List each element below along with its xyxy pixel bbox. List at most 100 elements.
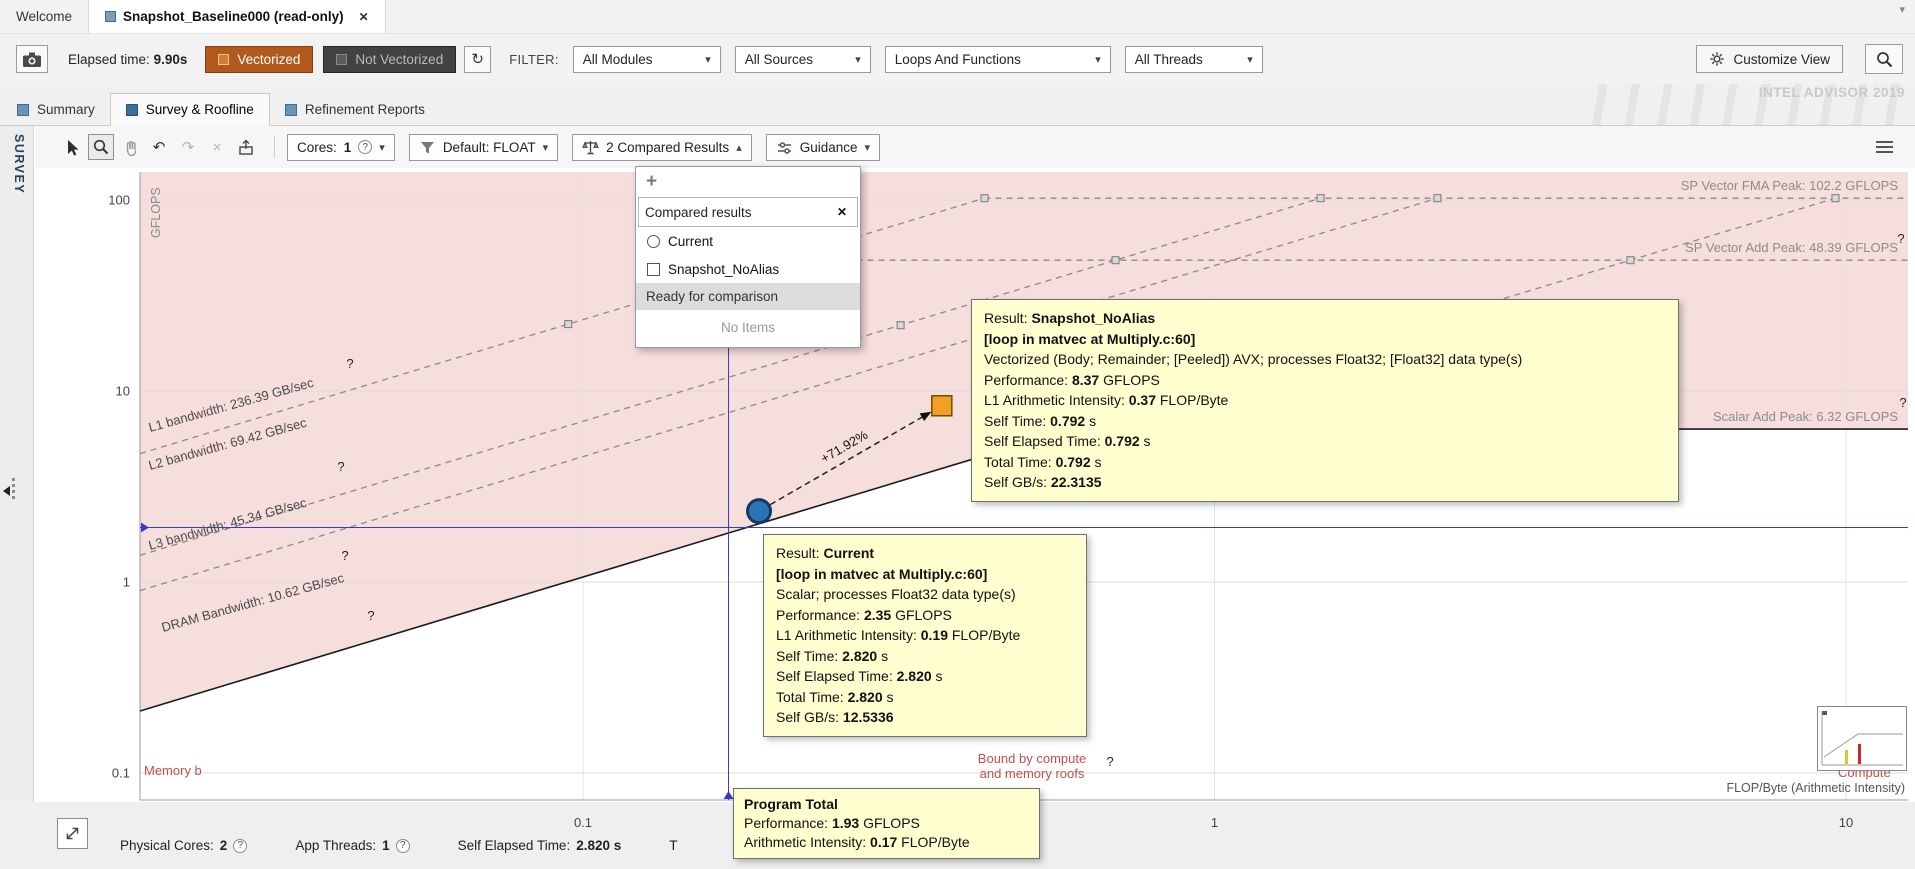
compare-scales-icon — [582, 138, 599, 156]
view-tab-row: INTEL ADVISOR 2019 Summary Survey & Roof… — [0, 84, 1915, 126]
roofs-settings-dropdown[interactable]: Default: FLOAT ▾ — [409, 134, 558, 161]
compared-results-header[interactable]: Compared results ✕ — [638, 197, 858, 227]
snapshot-camera-button[interactable] — [16, 45, 48, 73]
compare-item-current[interactable]: Current — [636, 227, 860, 255]
tab-welcome-label: Welcome — [16, 9, 72, 24]
select-tool-button[interactable] — [59, 134, 85, 160]
chevron-down-icon: ▾ — [379, 141, 385, 154]
search-button[interactable] — [1865, 44, 1903, 74]
collapse-arrow-icon[interactable] — [3, 486, 10, 496]
cores-dropdown[interactable]: Cores: 1 ? ▾ — [287, 134, 395, 161]
checkbox-snapshot-noalias[interactable] — [647, 263, 660, 276]
truncated-status-label: T — [669, 838, 677, 853]
roof-handle[interactable] — [565, 321, 572, 328]
tooltip-row: Arithmetic Intensity: 0.17 FLOP/Byte — [744, 833, 1029, 852]
roof-handle[interactable] — [1112, 257, 1119, 264]
tab-snapshot-label: Snapshot_Baseline000 (read-only) — [123, 9, 344, 24]
filter-threads-value: All Threads — [1135, 52, 1203, 67]
tab-survey-roofline[interactable]: Survey & Roofline — [110, 93, 270, 126]
reload-filters-button[interactable]: ↻ — [464, 46, 491, 73]
tab-snapshot-baseline[interactable]: Snapshot_Baseline000 (read-only) ✕ — [88, 0, 386, 33]
undo-button[interactable]: ↶ — [146, 134, 172, 160]
roof-help-question-mark[interactable]: ? — [337, 459, 344, 474]
sliders-icon — [776, 139, 793, 156]
filter-sources-dropdown[interactable]: All Sources ▾ — [735, 46, 871, 73]
vectorized-label: Vectorized — [237, 52, 300, 67]
radio-current[interactable] — [647, 235, 660, 248]
tab-welcome[interactable]: Welcome — [0, 0, 88, 33]
redo-button[interactable]: ↷ — [175, 134, 201, 160]
roof-handle[interactable] — [981, 195, 988, 202]
roof-handle[interactable] — [1627, 257, 1634, 264]
roof-help-question-mark[interactable]: ? — [1106, 754, 1113, 769]
cores-label: Cores: — [297, 140, 337, 155]
y-tick-label: 1 — [123, 575, 130, 590]
close-tab-icon[interactable]: ✕ — [359, 10, 369, 24]
help-icon[interactable]: ? — [396, 839, 410, 853]
chevron-down-icon[interactable]: ▾ — [1899, 0, 1915, 33]
fit-view-button[interactable] — [57, 818, 88, 849]
customize-view-button[interactable]: Customize View — [1696, 45, 1843, 73]
roof-handle[interactable] — [1832, 195, 1839, 202]
memory-roof-label: L2 bandwidth: 69.42 GB/sec — [147, 415, 309, 473]
tab-survey-roofline-label: Survey & Roofline — [146, 102, 254, 117]
splitter-grip[interactable] — [12, 478, 15, 499]
tooltip-row: Self Elapsed Time: 0.792 s — [984, 431, 1666, 452]
help-icon[interactable]: ? — [358, 140, 372, 154]
intel-advisor-window: Welcome Snapshot_Baseline000 (read-only)… — [0, 0, 1915, 869]
crosshair-left-marker — [141, 522, 149, 532]
vectorized-toggle[interactable]: Vectorized — [205, 46, 313, 73]
tooltip-row: Result: Snapshot_NoAlias — [984, 308, 1666, 329]
filter-modules-dropdown[interactable]: All Modules ▾ — [573, 46, 721, 73]
cancel-zoom-button[interactable]: × — [204, 134, 230, 160]
roof-help-question-mark[interactable]: ? — [367, 608, 374, 623]
export-button[interactable] — [233, 134, 259, 160]
survey-strip-label: SURVEY — [12, 134, 26, 194]
roof-help-question-mark[interactable]: ? — [346, 356, 353, 371]
filter-loops-dropdown[interactable]: Loops And Functions ▾ — [885, 46, 1111, 73]
main-toolbar: Elapsed time: 9.90s Vectorized Not Vecto… — [0, 34, 1915, 84]
tooltip-program-total: Program TotalPerformance: 1.93 GFLOPSAri… — [733, 788, 1040, 859]
customize-view-label: Customize View — [1733, 52, 1830, 67]
compared-results-dropdown[interactable]: 2 Compared Results ▴ — [572, 134, 752, 161]
roof-handle[interactable] — [1317, 195, 1324, 202]
compared-results-label: 2 Compared Results — [606, 140, 729, 155]
compute-roof-label: Scalar Add Peak: 6.32 GFLOPS — [1713, 409, 1898, 424]
zoom-tool-button[interactable] — [88, 134, 114, 160]
roof-help-question-mark[interactable]: ? — [1897, 231, 1904, 246]
magnifier-icon — [92, 138, 110, 156]
point-snapshot-noalias[interactable] — [932, 396, 952, 416]
not-vectorized-toggle[interactable]: Not Vectorized — [323, 46, 456, 73]
bound-by-roofs-annotation: Bound by compute and memory roofs — [942, 751, 1122, 781]
filter-threads-dropdown[interactable]: All Threads ▾ — [1125, 46, 1263, 73]
vectorized-marker-icon — [218, 54, 229, 65]
chevron-down-icon: ▾ — [1247, 53, 1253, 66]
tooltip-row: L1 Arithmetic Intensity: 0.19 FLOP/Byte — [776, 625, 1074, 646]
funnel-icon — [419, 139, 436, 155]
survey-side-strip: SURVEY — [0, 126, 34, 869]
compare-item-snapshot-noalias[interactable]: Snapshot_NoAlias — [636, 255, 860, 283]
minimap[interactable] — [1817, 706, 1907, 771]
point-current[interactable] — [748, 500, 771, 523]
roof-help-question-mark[interactable]: ? — [341, 548, 348, 563]
compare-empty-label: No Items — [636, 310, 860, 347]
roof-handle[interactable] — [1434, 195, 1441, 202]
help-icon[interactable]: ? — [233, 839, 247, 853]
close-icon[interactable]: ✕ — [833, 203, 851, 221]
elapsed-time-label: Elapsed time: — [68, 52, 150, 67]
roofline-toolbar: ↶ ↷ × Cores: 1 ? ▾ Default: FLOAT ▾ 2 Co… — [35, 126, 1915, 168]
menu-icon[interactable] — [1876, 141, 1893, 153]
tooltip-row: Vectorized (Body; Remainder; [Peeled]) A… — [984, 349, 1666, 370]
chevron-down-icon: ▾ — [705, 53, 711, 66]
pan-tool-button[interactable] — [117, 134, 143, 160]
self-elapsed-status: Self Elapsed Time: 2.820 s — [458, 838, 622, 853]
tooltip-row: Performance: 8.37 GFLOPS — [984, 370, 1666, 391]
guidance-dropdown[interactable]: Guidance ▾ — [766, 134, 880, 161]
tab-summary[interactable]: Summary — [2, 93, 110, 126]
chevron-down-icon: ▾ — [543, 141, 549, 154]
roof-help-question-mark[interactable]: ? — [1899, 395, 1906, 410]
tooltip-row: L1 Arithmetic Intensity: 0.37 FLOP/Byte — [984, 390, 1666, 411]
tab-refinement-reports[interactable]: Refinement Reports — [270, 93, 440, 126]
roof-handle[interactable] — [897, 322, 904, 329]
add-result-button[interactable]: + — [636, 167, 860, 197]
